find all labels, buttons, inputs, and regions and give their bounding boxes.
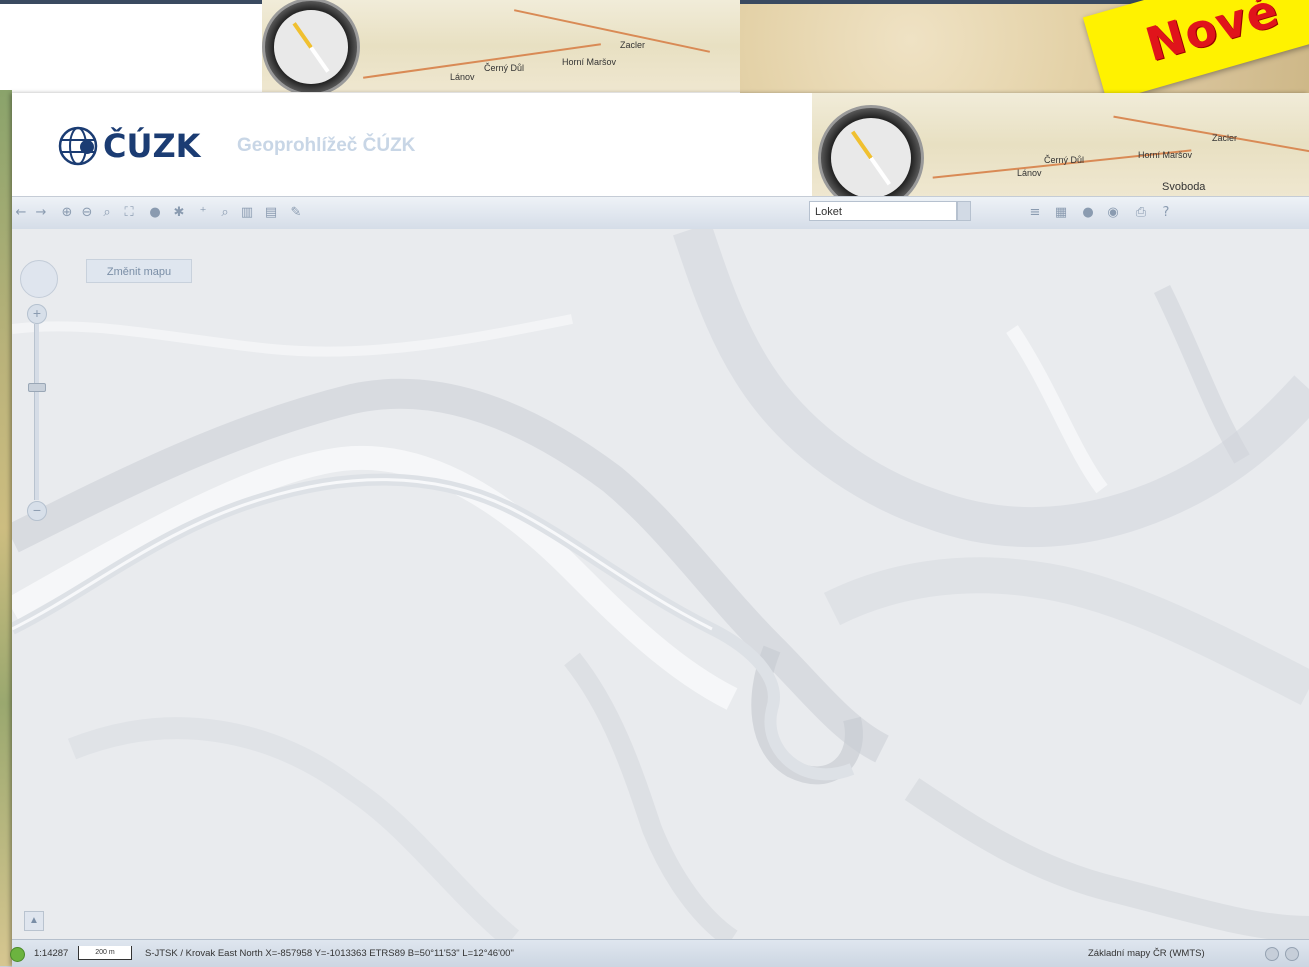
scale-bar: 200 m <box>78 946 132 960</box>
coordinates-icon[interactable]: ⁺ <box>194 204 212 222</box>
active-layer-name: Základní mapy ČR (WMTS) <box>1088 948 1205 959</box>
compass-icon <box>262 0 360 92</box>
hillshade-relief <box>12 229 1309 939</box>
grid-icon[interactable]: ▦ <box>1052 204 1070 222</box>
back-arrow-icon[interactable]: ← <box>12 204 30 222</box>
search-input[interactable]: Loket <box>809 201 957 221</box>
map-canvas[interactable] <box>12 229 1309 939</box>
measure-icon[interactable]: ✱ <box>170 204 188 222</box>
settings-icon[interactable]: ✎ <box>287 204 305 222</box>
map-label: Černý Důl <box>1044 155 1085 165</box>
logo-text: ČÚZK <box>103 127 201 165</box>
info-icon[interactable]: ● <box>146 204 164 222</box>
scale-value: 1:14287 <box>34 948 69 959</box>
cuzk-logo: ČÚZK <box>57 123 257 169</box>
background-map-strip <box>0 90 12 966</box>
toolbar: ← → ⊕ ⊖ ⌕ ⛶ ● ✱ ⁺ ⌕ ▥ ▤ ✎ ≡ ▦ ● ◉ ⎙ ? <box>12 196 1309 230</box>
zoom-slider-handle[interactable] <box>28 383 46 392</box>
background-header-map: Lánov Černý Důl Horní Maršov Zacler <box>262 0 740 92</box>
globe-logo-icon <box>58 126 98 166</box>
header-map-banner: Lánov Černý Důl Horní Maršov Zacler Svob… <box>812 93 1309 196</box>
map-label: Zacler <box>620 40 646 50</box>
list-icon[interactable]: ≡ <box>1026 204 1044 222</box>
print-icon[interactable]: ⎙ <box>1132 204 1150 222</box>
map-label: Svoboda <box>1162 181 1206 193</box>
print-icon[interactable]: ▤ <box>262 204 280 222</box>
zoom-out-button[interactable]: − <box>27 501 47 521</box>
expand-overview-button[interactable]: ▲ <box>24 911 44 931</box>
full-extent-icon[interactable]: ⛶ <box>120 204 138 222</box>
zoom-out-icon[interactable]: ⊖ <box>78 204 96 222</box>
search-button[interactable] <box>957 201 971 221</box>
map-label: Lánov <box>450 72 475 82</box>
status-bar: 1:14287 200 m S-JTSK / Krovak East North… <box>10 939 1309 967</box>
zoom-in-icon[interactable]: ⊕ <box>58 204 76 222</box>
app-title: Geoprohlížeč ČÚZK <box>237 135 416 156</box>
compass-icon <box>818 105 924 196</box>
globe-icon[interactable]: ● <box>1079 204 1097 222</box>
app-window: ČÚZK Geoprohlížeč ČÚZK Lánov Černý Důl H… <box>10 93 1309 967</box>
map-label: Lánov <box>1017 168 1042 178</box>
find-icon[interactable]: ⌕ <box>216 204 234 222</box>
legend-icon[interactable]: ◉ <box>1104 204 1122 222</box>
coordinates-readout: S-JTSK / Krovak East North X=-857958 Y=-… <box>145 948 514 959</box>
header: ČÚZK Geoprohlížeč ČÚZK Lánov Černý Důl H… <box>12 93 1309 196</box>
map-label: Horní Maršov <box>1138 150 1193 160</box>
help-icon[interactable]: ? <box>1157 204 1175 222</box>
globe-icon[interactable] <box>1285 947 1299 961</box>
globe-icon[interactable] <box>1265 947 1279 961</box>
map-label: Zacler <box>1212 133 1238 143</box>
change-map-button[interactable]: Změnit mapu <box>86 259 192 283</box>
zoom-box-icon[interactable]: ⌕ <box>98 204 116 222</box>
zoom-slider-track[interactable] <box>34 324 39 500</box>
pan-control[interactable] <box>20 260 58 298</box>
status-ok-icon <box>10 947 25 962</box>
forward-arrow-icon[interactable]: → <box>32 204 50 222</box>
map-label: Černý Důl <box>484 63 525 73</box>
zoom-in-button[interactable]: + <box>27 304 47 324</box>
layers-icon[interactable]: ▥ <box>238 204 256 222</box>
map-label: Horní Maršov <box>562 57 617 67</box>
